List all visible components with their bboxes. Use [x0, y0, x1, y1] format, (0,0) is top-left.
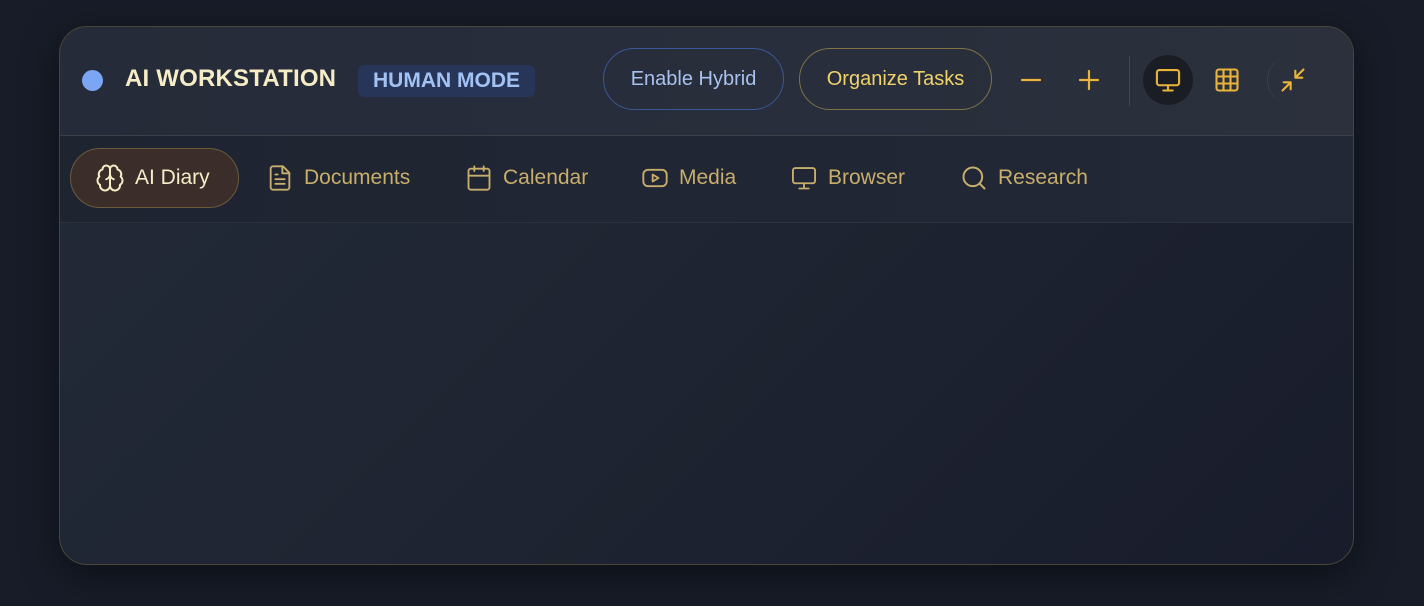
- grid-icon: [1213, 66, 1241, 94]
- calendar-icon: [465, 164, 493, 192]
- monitor-icon: [1154, 66, 1182, 94]
- app-title: AI WORKSTATION: [125, 65, 337, 92]
- header-bar: AI WORKSTATION HUMAN MODE Enable Hybrid …: [60, 27, 1353, 136]
- play-icon: [641, 164, 669, 192]
- enable-hybrid-button[interactable]: Enable Hybrid: [603, 48, 784, 110]
- tab-label: Documents: [304, 166, 411, 189]
- monitor-view-button[interactable]: [1143, 55, 1193, 105]
- minimize-arrows-icon: [1279, 66, 1307, 94]
- tab-documents[interactable]: Documents: [266, 148, 410, 208]
- zoom-out-button[interactable]: [1006, 55, 1056, 105]
- document-icon: [266, 164, 294, 192]
- tab-bar: AI Diary Documents Calendar Media Browse…: [60, 136, 1353, 223]
- content-area: [60, 223, 1353, 564]
- plus-icon: [1077, 68, 1101, 92]
- minus-icon: [1019, 68, 1043, 92]
- search-icon: [960, 164, 988, 192]
- mode-badge: HUMAN MODE: [358, 65, 535, 97]
- grid-view-button[interactable]: [1202, 55, 1252, 105]
- tab-research[interactable]: Research: [960, 148, 1088, 208]
- minimize-button[interactable]: [1267, 55, 1318, 105]
- tab-ai-diary[interactable]: AI Diary: [70, 148, 239, 208]
- brain-icon: [95, 163, 125, 193]
- tab-label: Calendar: [503, 166, 589, 189]
- tab-browser[interactable]: Browser: [790, 148, 905, 208]
- workstation-window: AI WORKSTATION HUMAN MODE Enable Hybrid …: [59, 26, 1354, 565]
- zoom-in-button[interactable]: [1064, 55, 1114, 105]
- tab-label: Media: [679, 166, 737, 189]
- tab-label: Browser: [828, 166, 906, 189]
- tab-label: Research: [998, 166, 1088, 189]
- tab-label: AI Diary: [135, 166, 210, 189]
- toolbar-divider: [1129, 56, 1130, 106]
- tab-media[interactable]: Media: [641, 148, 736, 208]
- tab-calendar[interactable]: Calendar: [465, 148, 588, 208]
- organize-tasks-button[interactable]: Organize Tasks: [799, 48, 992, 110]
- status-indicator: [82, 70, 103, 91]
- monitor-icon: [790, 164, 818, 192]
